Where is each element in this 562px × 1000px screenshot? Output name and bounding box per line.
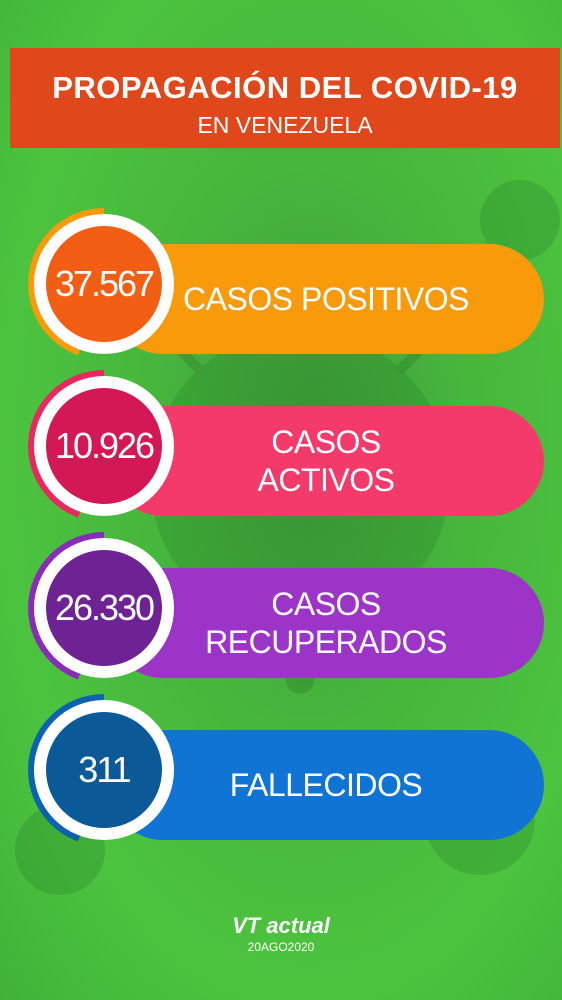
publish-date: 20AGO2020 [247, 940, 315, 954]
header-banner: PROPAGACIÓN DEL COVID-19 EN VENEZUELA [10, 48, 560, 148]
page-subtitle: EN VENEZUELA [197, 112, 373, 138]
stat-value: 26.330 [46, 550, 162, 666]
brand-logo: VT actual [232, 913, 330, 938]
stat-card-recuperados: CASOS RECUPERADOS 26.330 [0, 532, 562, 684]
stat-card-activos: CASOS ACTIVOS 10.926 [0, 370, 562, 522]
stat-value: 10.926 [46, 388, 162, 504]
stat-value: 311 [46, 712, 162, 828]
page-title: PROPAGACIÓN DEL COVID-19 [52, 70, 518, 105]
stat-value: 37.567 [46, 226, 162, 342]
stat-card-fallecidos: FALLECIDOS 311 [0, 694, 562, 846]
stat-card-positivos: CASOS POSITIVOS 37.567 [0, 208, 562, 360]
